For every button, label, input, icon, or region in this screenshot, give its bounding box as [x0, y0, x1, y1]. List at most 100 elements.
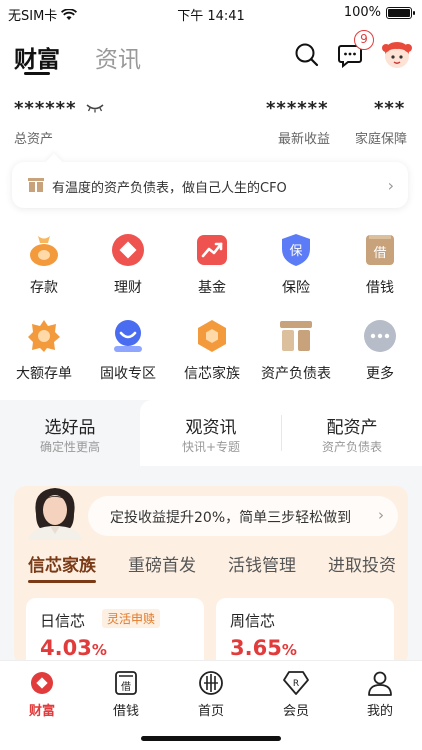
advisor-avatar	[28, 488, 82, 540]
home-logo-icon	[199, 671, 223, 695]
svg-text:借: 借	[121, 681, 131, 693]
nav-label: 借钱	[112, 704, 139, 719]
header: 财富 资讯 9	[0, 30, 422, 82]
grid-item-more[interactable]: 更多	[338, 318, 422, 383]
tab-active-indicator	[24, 72, 50, 75]
grid-item-borrow[interactable]: 借 借钱	[338, 232, 422, 297]
star-badge-icon	[28, 320, 60, 352]
nav-borrow[interactable]: 借 借钱	[84, 669, 168, 719]
wealth-icon	[31, 672, 53, 694]
promo-tab-launch[interactable]: 重磅首发	[128, 551, 196, 576]
grid-item-fixed-income[interactable]: 固收专区	[86, 318, 170, 383]
fixed-income-icon	[114, 320, 142, 352]
grid-item-deposit[interactable]: 存款	[2, 232, 86, 297]
nav-wealth[interactable]: 财富	[0, 669, 84, 719]
fund-rate: 4.03%	[40, 636, 107, 660]
chevron-right-icon: ›	[378, 506, 384, 524]
grid-item-wealth-mgmt[interactable]: 理财	[86, 232, 170, 297]
segment-pick-subtitle: 确定性更高	[39, 440, 100, 454]
promo-tab-aggressive[interactable]: 进取投资	[328, 551, 396, 576]
eye-closed-icon[interactable]	[86, 102, 104, 114]
grid-item-balance-sheet[interactable]: 资产负债表	[254, 318, 338, 383]
battery-percent: 100%	[343, 5, 381, 20]
grid-label: 更多	[366, 366, 394, 382]
promo-tab-cash[interactable]: 活钱管理	[228, 551, 296, 576]
grid-item-insurance[interactable]: 保 保险	[254, 232, 338, 297]
tab-news[interactable]: 资讯	[95, 40, 141, 74]
latest-earnings-label: 最新收益	[278, 132, 331, 147]
nav-label: 首页	[197, 704, 224, 719]
grid-label: 固收专区	[100, 366, 156, 382]
total-assets-label: 总资产	[14, 132, 54, 147]
search-icon[interactable]	[294, 42, 320, 68]
trend-up-icon	[197, 235, 227, 265]
segment-news-subtitle: 快讯+专题	[181, 440, 241, 454]
deposit-bag-icon	[30, 236, 58, 266]
fund-rate-unit: %	[91, 641, 107, 659]
nav-label: 我的	[366, 704, 393, 719]
fund-name: 日信芯	[40, 612, 86, 630]
grid-label: 大额存单	[16, 366, 72, 382]
diamond-icon	[112, 234, 144, 266]
fund-card-weekly[interactable]: 周信芯 3.65%	[216, 598, 394, 666]
segment-news-title[interactable]: 观资讯	[141, 413, 281, 438]
grid-label: 保险	[282, 280, 310, 296]
grid-label: 存款	[30, 280, 58, 296]
shield-icon: 保	[282, 234, 310, 266]
nav-profile[interactable]: 我的	[338, 669, 422, 719]
promo-card: 定投收益提升20%，简单三步轻松做到 › 信芯家族 重磅首发 活钱管理 进取投资…	[14, 486, 408, 666]
latest-earnings-value[interactable]: ******	[266, 98, 328, 119]
promo-tab-xinxin[interactable]: 信芯家族	[28, 551, 96, 576]
total-assets-value: ******	[14, 98, 77, 119]
nav-member[interactable]: R 会员	[254, 669, 338, 719]
chevron-right-icon: ›	[387, 176, 394, 195]
fund-name: 周信芯	[230, 612, 276, 630]
cfo-banner[interactable]: 有温度的资产负债表，做自己人生的CFO ›	[12, 153, 408, 208]
nav-label: 财富	[28, 704, 55, 719]
segment-allocate-subtitle: 资产负债表	[321, 440, 382, 454]
svg-text:R: R	[293, 679, 299, 689]
fund-rate-unit: %	[281, 641, 297, 659]
fund-rate: 3.65%	[230, 636, 297, 660]
promo-bubble[interactable]: 定投收益提升20%，简单三步轻松做到 ›	[88, 496, 398, 536]
grid-item-xinxin-family[interactable]: 信芯家族	[170, 318, 254, 383]
home-indicator	[141, 736, 281, 741]
status-bar: 无SIM卡 下午 14:41 100%	[0, 0, 422, 26]
grid-label: 借钱	[366, 280, 394, 296]
family-protection-label: 家庭保障	[355, 132, 408, 147]
borrow-icon: 借	[115, 671, 137, 695]
book-icon	[28, 178, 44, 192]
banner-text: 有温度的资产负债表，做自己人生的CFO	[52, 181, 287, 196]
banner-pointer	[45, 153, 63, 171]
svg-text:保: 保	[289, 244, 302, 259]
grid-item-fund[interactable]: 基金	[170, 232, 254, 297]
fund-tag: 灵活申赎	[102, 609, 161, 628]
grid-label: 基金	[198, 280, 226, 296]
balance-sheet-icon	[280, 321, 312, 351]
family-protection-value[interactable]: ***	[374, 98, 405, 119]
battery-icon	[386, 6, 415, 19]
segment-allocate-title[interactable]: 配资产	[282, 413, 422, 438]
fund-card-daily[interactable]: 日信芯 灵活申赎 4.03%	[26, 598, 204, 666]
grid-label: 理财	[114, 280, 142, 296]
member-icon: R	[283, 671, 309, 695]
grid-item-large-deposit[interactable]: 大额存单	[2, 318, 86, 383]
message-badge: 9	[354, 30, 374, 50]
nav-label: 会员	[282, 704, 309, 719]
segment-pick-title[interactable]: 选好品	[0, 413, 140, 438]
avatar-icon[interactable]	[380, 38, 414, 72]
profile-icon	[368, 671, 392, 696]
fund-rate-value: 3.65	[230, 636, 282, 660]
grid-label: 资产负债表	[261, 366, 331, 382]
status-right: 100%	[343, 5, 415, 20]
fund-rate-value: 4.03	[40, 636, 92, 660]
svg-text:借: 借	[373, 246, 386, 261]
battery-fill	[388, 8, 410, 17]
tab-wealth[interactable]: 财富	[14, 40, 60, 74]
promo-tab-indicator	[28, 580, 96, 583]
borrow-book-icon: 借	[366, 235, 394, 265]
more-dots-icon	[364, 320, 396, 352]
hexagon-icon	[198, 320, 226, 352]
nav-home[interactable]: 首页	[169, 669, 253, 719]
grid-label: 信芯家族	[184, 366, 240, 382]
